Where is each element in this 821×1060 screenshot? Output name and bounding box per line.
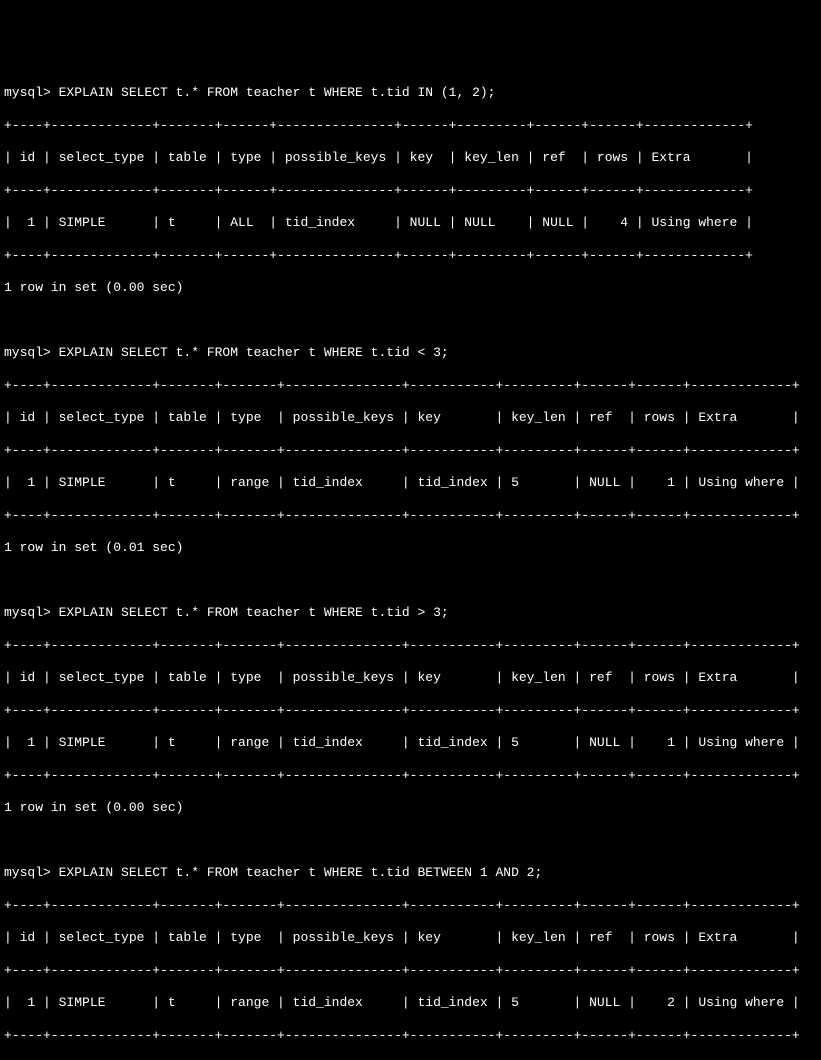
table-border: +----+-------------+-------+------+-----… — [4, 118, 817, 134]
table-border: +----+-------------+-------+-------+----… — [4, 898, 817, 914]
table-row: | 1 | SIMPLE | t | range | tid_index | t… — [4, 735, 817, 751]
table-header: | id | select_type | table | type | poss… — [4, 150, 817, 166]
table-row: | 1 | SIMPLE | t | ALL | tid_index | NUL… — [4, 215, 817, 231]
query-prompt: mysql> EXPLAIN SELECT t.* FROM teacher t… — [4, 865, 817, 881]
table-border: +----+-------------+-------+-------+----… — [4, 443, 817, 459]
table-header: | id | select_type | table | type | poss… — [4, 410, 817, 426]
table-row: | 1 | SIMPLE | t | range | tid_index | t… — [4, 475, 817, 491]
table-border: +----+-------------+-------+-------+----… — [4, 963, 817, 979]
table-border: +----+-------------+-------+-------+----… — [4, 703, 817, 719]
table-header: | id | select_type | table | type | poss… — [4, 930, 817, 946]
result-footer: 1 row in set (0.00 sec) — [4, 280, 817, 296]
table-border: +----+-------------+-------+------+-----… — [4, 183, 817, 199]
table-header: | id | select_type | table | type | poss… — [4, 670, 817, 686]
query-prompt: mysql> EXPLAIN SELECT t.* FROM teacher t… — [4, 85, 817, 101]
result-footer: 1 row in set (0.00 sec) — [4, 800, 817, 816]
table-border: +----+-------------+-------+-------+----… — [4, 1028, 817, 1044]
table-border: +----+-------------+-------+-------+----… — [4, 508, 817, 524]
query-prompt: mysql> EXPLAIN SELECT t.* FROM teacher t… — [4, 345, 817, 361]
table-border: +----+-------------+-------+-------+----… — [4, 378, 817, 394]
table-row: | 1 | SIMPLE | t | range | tid_index | t… — [4, 995, 817, 1011]
terminal-output: mysql> EXPLAIN SELECT t.* FROM teacher t… — [4, 69, 817, 1060]
result-footer: 1 row in set (0.01 sec) — [4, 540, 817, 556]
table-border: +----+-------------+-------+-------+----… — [4, 768, 817, 784]
table-border: +----+-------------+-------+-------+----… — [4, 638, 817, 654]
query-prompt: mysql> EXPLAIN SELECT t.* FROM teacher t… — [4, 605, 817, 621]
table-border: +----+-------------+-------+------+-----… — [4, 248, 817, 264]
